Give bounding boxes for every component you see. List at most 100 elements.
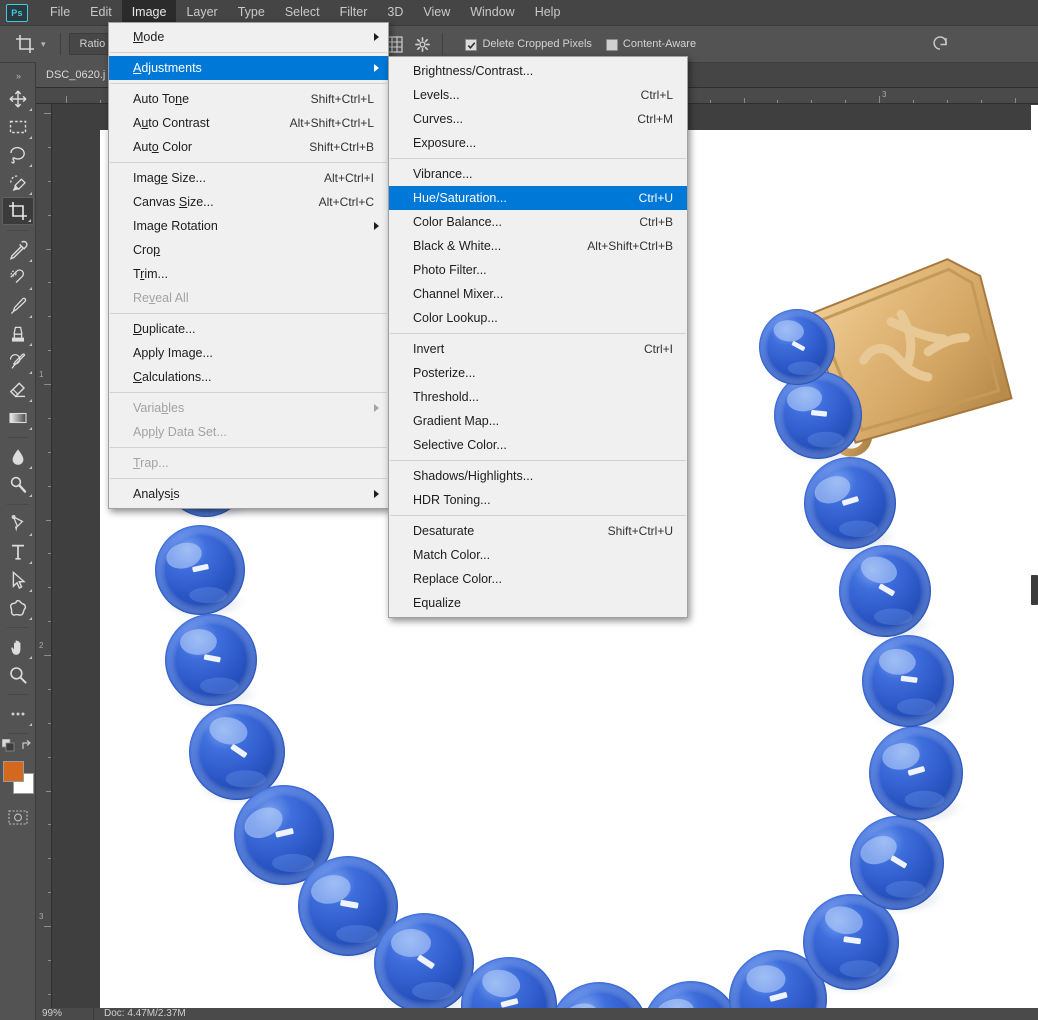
crop-tool[interactable]	[1, 197, 34, 225]
ruler-tick	[48, 417, 51, 419]
foreground-color-swatch[interactable]	[2, 761, 24, 782]
divider	[6, 437, 29, 438]
image-menu-item-mode[interactable]: Mode	[109, 25, 388, 49]
menu-item-label: Posterize...	[413, 366, 476, 380]
image-menu-item-calculations[interactable]: Calculations...	[109, 365, 388, 389]
spot-healing-brush-tool[interactable]	[2, 264, 34, 292]
adjustments-item-vibrance[interactable]: Vibrance...	[389, 162, 687, 186]
quick-selection-tool[interactable]	[2, 169, 34, 197]
menu-item-label: Trap...	[133, 456, 169, 470]
adjustments-item-threshold[interactable]: Threshold...	[389, 385, 687, 409]
image-menu-dropdown[interactable]: Mode Adjustments Auto Tone Shift+Ctrl+L Auto…	[108, 22, 389, 509]
eyedropper-tool[interactable]	[2, 236, 34, 264]
clone-stamp-tool[interactable]	[2, 320, 34, 348]
image-menu-item-auto-color[interactable]: Auto Color Shift+Ctrl+B	[109, 135, 388, 159]
menu-window[interactable]: Window	[460, 0, 524, 25]
adjustments-item-color-balance[interactable]: Color Balance... Ctrl+B	[389, 210, 687, 234]
adjustments-item-hue-saturation[interactable]: Hue/Saturation... Ctrl+U	[389, 186, 687, 210]
submenu-arrow-icon	[374, 64, 379, 72]
adjustments-item-exposure[interactable]: Exposure...	[389, 131, 687, 155]
menu-item-label: Color Balance...	[413, 215, 502, 229]
hand-tool[interactable]	[2, 633, 34, 661]
zoom-level-field[interactable]: 99%	[36, 1008, 94, 1020]
image-menu-item-duplicate[interactable]: Duplicate...	[109, 317, 388, 341]
menu-item-label: Image Size...	[133, 171, 206, 185]
adjustments-item-brightness-contrast[interactable]: Brightness/Contrast...	[389, 59, 687, 83]
type-tool[interactable]	[2, 538, 34, 566]
adjustments-item-invert[interactable]: Invert Ctrl+I	[389, 337, 687, 361]
adjustments-item-gradient-map[interactable]: Gradient Map...	[389, 409, 687, 433]
adjustments-item-selective-color[interactable]: Selective Color...	[389, 433, 687, 457]
image-menu-item-auto-contrast[interactable]: Auto Contrast Alt+Shift+Ctrl+L	[109, 111, 388, 135]
adjustments-item-photo-filter[interactable]: Photo Filter...	[389, 258, 687, 282]
eraser-tool[interactable]	[2, 376, 34, 404]
menu-item-label: Shadows/Highlights...	[413, 469, 534, 483]
adjustments-item-black-white[interactable]: Black & White... Alt+Shift+Ctrl+B	[389, 234, 687, 258]
pen-tool[interactable]	[2, 510, 34, 538]
vertical-ruler[interactable]: 1 2 3	[36, 104, 52, 1008]
image-menu-item-auto-tone[interactable]: Auto Tone Shift+Ctrl+L	[109, 87, 388, 111]
rectangular-marquee-tool[interactable]	[2, 113, 34, 141]
adjustments-item-desaturate[interactable]: Desaturate Shift+Ctrl+U	[389, 519, 687, 543]
adjustments-item-color-lookup[interactable]: Color Lookup...	[389, 306, 687, 330]
menu-file[interactable]: File	[40, 0, 80, 25]
adjustments-item-shadows-highlights[interactable]: Shadows/Highlights...	[389, 464, 687, 488]
image-menu-item-image-rotation[interactable]: Image Rotation	[109, 214, 388, 238]
adjustments-item-curves[interactable]: Curves... Ctrl+M	[389, 107, 687, 131]
adjustments-item-hdr-toning[interactable]: HDR Toning...	[389, 488, 687, 512]
crop-tool-icon[interactable]	[10, 32, 40, 56]
menu-help[interactable]: Help	[525, 0, 571, 25]
reset-arrow-icon[interactable]	[931, 34, 950, 54]
divider	[6, 733, 29, 734]
blur-tool[interactable]	[2, 443, 34, 471]
default-colors-icon[interactable]	[1, 738, 15, 757]
adjustments-item-levels[interactable]: Levels... Ctrl+L	[389, 83, 687, 107]
double-chevron-right-icon[interactable]: »	[0, 67, 36, 85]
content-aware-checkbox[interactable]: Content-Aware	[605, 38, 696, 51]
image-menu-item-crop[interactable]: Crop	[109, 238, 388, 262]
path-selection-tool[interactable]	[2, 566, 34, 594]
menu-item-label: Brightness/Contrast...	[413, 64, 534, 78]
image-menu-item-canvas-size[interactable]: Canvas Size... Alt+Ctrl+C	[109, 190, 388, 214]
document-tab[interactable]: DSC_0620.j	[36, 62, 117, 87]
menu-item-label: Auto Contrast	[133, 116, 210, 130]
gradient-tool[interactable]	[2, 404, 34, 432]
edit-toolbar-tool[interactable]	[2, 700, 34, 728]
lasso-tool[interactable]	[2, 141, 34, 169]
zoom-tool[interactable]	[2, 661, 34, 689]
swap-colors-icon[interactable]	[21, 739, 34, 757]
delete-cropped-pixels-checkbox[interactable]: Delete Cropped Pixels	[465, 38, 592, 51]
quick-mask-icon[interactable]	[2, 803, 34, 831]
menu-item-label: Channel Mixer...	[413, 287, 504, 301]
document-size-label[interactable]: Doc: 4.47M/2.37M	[94, 1008, 186, 1020]
menu-item-label: Black & White...	[413, 239, 502, 253]
menu-view[interactable]: View	[413, 0, 460, 25]
brush-tool[interactable]	[2, 292, 34, 320]
bracelet-bead	[165, 614, 257, 706]
image-menu-item-analysis[interactable]: Analysis	[109, 482, 388, 506]
image-menu-item-trim[interactable]: Trim...	[109, 262, 388, 286]
menu-item-label: Crop	[133, 243, 161, 257]
color-swatches[interactable]	[2, 761, 34, 795]
ruler-tick	[879, 96, 880, 103]
scrollbar-thumb[interactable]	[1031, 575, 1038, 605]
adjustments-item-equalize[interactable]: Equalize	[389, 591, 687, 615]
tool-preset-chevron-down-icon[interactable]: ▾	[41, 39, 46, 50]
history-brush-tool[interactable]	[2, 348, 34, 376]
adjustments-item-replace-color[interactable]: Replace Color...	[389, 567, 687, 591]
dodge-tool[interactable]	[2, 471, 34, 499]
menu-separator	[110, 162, 387, 163]
custom-shape-tool[interactable]	[2, 594, 34, 622]
adjustments-item-channel-mixer[interactable]: Channel Mixer...	[389, 282, 687, 306]
menu-item-label: Threshold...	[413, 390, 480, 404]
adjustments-submenu[interactable]: Brightness/Contrast... Levels... Ctrl+L Cur…	[388, 56, 688, 618]
vertical-scrollbar[interactable]	[1031, 105, 1038, 1008]
image-menu-item-image-size[interactable]: Image Size... Alt+Ctrl+I	[109, 166, 388, 190]
menu-separator	[110, 83, 387, 84]
move-tool[interactable]	[2, 85, 34, 113]
adjustments-item-match-color[interactable]: Match Color...	[389, 543, 687, 567]
gear-icon[interactable]	[410, 32, 434, 56]
image-menu-item-apply-image[interactable]: Apply Image...	[109, 341, 388, 365]
image-menu-item-adjustments[interactable]: Adjustments	[109, 56, 388, 80]
adjustments-item-posterize[interactable]: Posterize...	[389, 361, 687, 385]
